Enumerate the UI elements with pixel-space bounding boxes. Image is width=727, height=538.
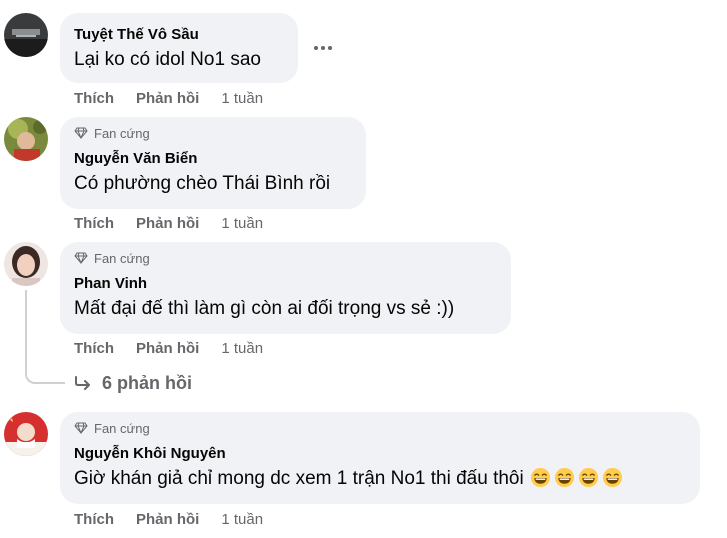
like-button[interactable]: Thích — [74, 215, 114, 232]
comment-author[interactable]: Tuyệt Thế Vô Sầu — [74, 25, 284, 45]
diamond-icon — [74, 422, 88, 434]
like-button[interactable]: Thích — [74, 340, 114, 357]
view-replies-button[interactable]: 6 phản hồi — [74, 370, 192, 396]
badge-label: Fan cứng — [94, 125, 150, 141]
comment-text: Có phường chèo Thái Bình rồi — [74, 173, 331, 194]
emoji-group — [530, 467, 623, 488]
thread-connector — [25, 360, 65, 384]
comment-actions: Thích Phản hồi 1 tuần — [74, 509, 263, 529]
comment-bubble: Fan cứng Nguyễn Văn Biển Có phường chèo … — [60, 117, 366, 209]
like-button[interactable]: Thích — [74, 90, 114, 107]
comment-time[interactable]: 1 tuần — [221, 511, 263, 528]
diamond-icon — [74, 252, 88, 264]
grinning-face-icon — [530, 467, 550, 488]
avatar-image — [4, 13, 48, 57]
avatar[interactable] — [4, 242, 48, 286]
comment-time[interactable]: 1 tuần — [221, 340, 263, 357]
avatar-image — [4, 117, 48, 161]
thread-line — [25, 290, 27, 362]
replies-count: 6 phản hồi — [102, 372, 192, 393]
comment-text-line: Giờ khán giả chỉ mong dc xem 1 trận No1 … — [74, 466, 686, 492]
badge-label: Fan cứng — [94, 250, 150, 266]
avatar-image — [4, 242, 48, 286]
reply-button[interactable]: Phản hồi — [136, 511, 199, 528]
grinning-face-icon — [554, 467, 574, 488]
fan-badge: Fan cứng — [74, 250, 497, 266]
avatar[interactable] — [4, 117, 48, 161]
more-options-icon[interactable] — [309, 34, 337, 62]
comment-section: Tuyệt Thế Vô Sầu Lại ko có idol No1 sao … — [0, 0, 727, 538]
comment-text: Lại ko có idol No1 sao — [74, 49, 261, 70]
avatar[interactable] — [4, 412, 48, 456]
comment-time[interactable]: 1 tuần — [221, 90, 263, 107]
reply-button[interactable]: Phản hồi — [136, 340, 199, 357]
comment-text: Giờ khán giả chỉ mong dc xem 1 trận No1 … — [74, 468, 524, 489]
avatar[interactable] — [4, 13, 48, 57]
comment-text: Mất đại đế thì làm gì còn ai đối trọng v… — [74, 298, 455, 319]
like-button[interactable]: Thích — [74, 511, 114, 528]
reply-arrow-icon — [75, 376, 90, 390]
comment-author[interactable]: Phan Vinh — [74, 274, 497, 294]
comment-actions: Thích Phản hồi 1 tuần — [74, 338, 263, 358]
reply-button[interactable]: Phản hồi — [136, 215, 199, 232]
comment-bubble: Fan cứng Phan Vinh Mất đại đế thì làm gì… — [60, 242, 511, 334]
grinning-face-icon — [578, 467, 598, 488]
avatar-image — [4, 412, 48, 456]
fan-badge: Fan cứng — [74, 125, 352, 141]
grinning-face-icon — [602, 467, 622, 488]
diamond-icon — [74, 127, 88, 139]
comment-author[interactable]: Nguyễn Khôi Nguyên — [74, 444, 686, 464]
reply-button[interactable]: Phản hồi — [136, 90, 199, 107]
comment-actions: Thích Phản hồi 1 tuần — [74, 213, 263, 233]
fan-badge: Fan cứng — [74, 420, 686, 436]
comment-bubble: Tuyệt Thế Vô Sầu Lại ko có idol No1 sao — [60, 13, 298, 83]
badge-label: Fan cứng — [94, 420, 150, 436]
comment-author[interactable]: Nguyễn Văn Biển — [74, 149, 352, 169]
comment-time[interactable]: 1 tuần — [221, 215, 263, 232]
comment-bubble: Fan cứng Nguyễn Khôi Nguyên Giờ khán giả… — [60, 412, 700, 504]
comment-actions: Thích Phản hồi 1 tuần — [74, 88, 263, 108]
